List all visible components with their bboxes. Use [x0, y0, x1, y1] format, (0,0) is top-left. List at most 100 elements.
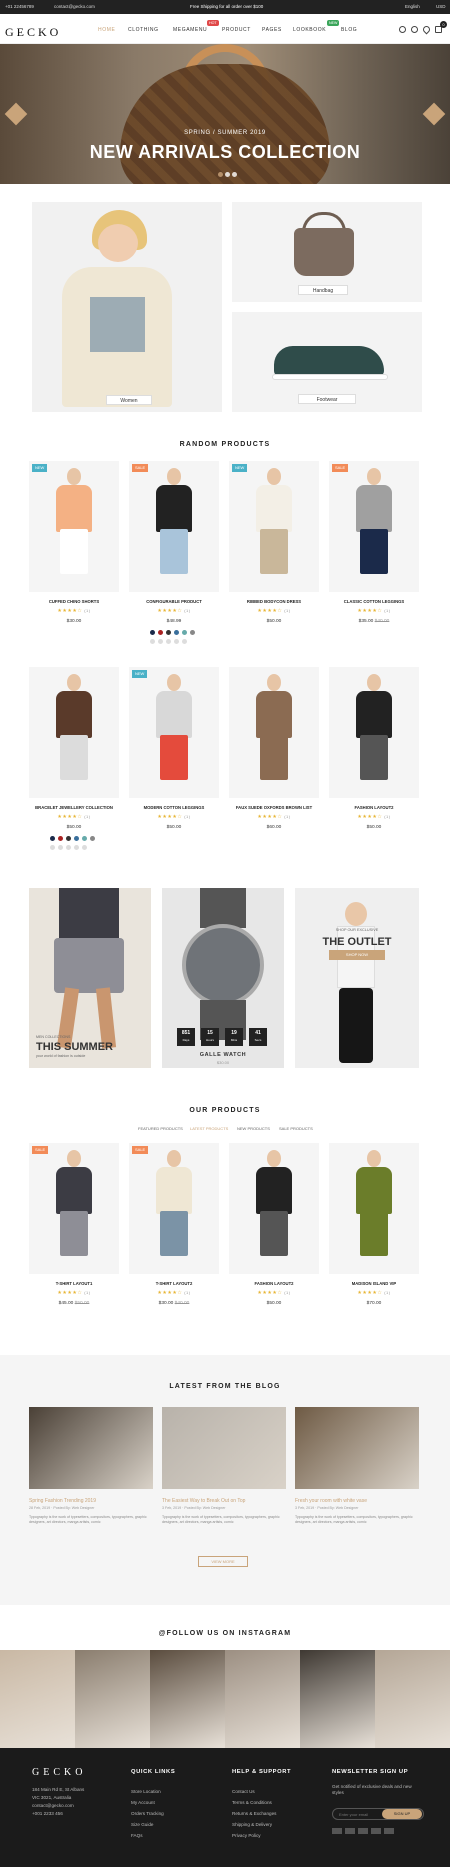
search-icon[interactable] — [399, 26, 406, 33]
slider-dot-1[interactable] — [218, 172, 223, 177]
quick-link[interactable]: Orders Tracking — [131, 1808, 164, 1819]
our_products-card[interactable]: FASHION LAYOUT2 ★★★★☆ (1) $50.00 — [229, 1143, 319, 1334]
color-swatch[interactable] — [50, 836, 55, 841]
category-handbag[interactable]: Handbag — [232, 202, 422, 302]
email-text[interactable]: contact@gecko.com — [54, 0, 95, 14]
footer-email[interactable]: contact@gecko.com — [32, 1802, 84, 1810]
size-swatch[interactable] — [74, 845, 79, 850]
footer-logo[interactable]: GECKO — [32, 1767, 86, 1778]
random_products-name[interactable]: BRACELET JEWELLERY COLLECTION — [29, 805, 119, 810]
view-more-button[interactable]: VIEW MORE — [198, 1556, 248, 1567]
random_products-image[interactable]: SALE — [129, 461, 219, 592]
our_products-image[interactable]: SALE — [129, 1143, 219, 1274]
summer-banner[interactable]: MEN COLLECTIONS THIS SUMMER your world o… — [29, 888, 151, 1068]
help-link[interactable]: Privacy Policy — [232, 1830, 276, 1841]
instagram-photo[interactable] — [375, 1650, 450, 1748]
color-swatch[interactable] — [158, 630, 163, 635]
random_products-name[interactable]: CUFFED CHINO SHORTS — [29, 599, 119, 604]
random_products-card[interactable]: NEW RIBBED BODYCON DRESS ★★★★☆ (1) $50.00 — [229, 461, 319, 652]
random_products-card[interactable]: NEW CUFFED CHINO SHORTS ★★★★☆ (1) $30.00 — [29, 461, 119, 652]
slider-dot-2[interactable] — [225, 172, 230, 177]
nav-lookbook[interactable]: LOOKBOOK — [293, 27, 326, 33]
category-women[interactable]: Women — [32, 202, 222, 412]
random_products-card[interactable]: SALE CONFIGURABLE PRODUCT ★★★★☆ (1) $48.99 — [129, 461, 219, 652]
help-link[interactable]: Shipping & Delivery — [232, 1819, 276, 1830]
nav-pages[interactable]: PAGES — [262, 27, 282, 33]
random_products-card[interactable]: SALE CLASSIC COTTON LEGGINGS ★★★★☆ (1) $35.… — [329, 461, 419, 652]
instagram-photo[interactable] — [225, 1650, 300, 1748]
random_products-name[interactable]: FASHION LAYOUT2 — [329, 805, 419, 810]
nav-megamenu[interactable]: MEGAMENU — [173, 27, 207, 33]
random_products-name[interactable]: CLASSIC COTTON LEGGINGS — [329, 599, 419, 604]
quick-link[interactable]: Store Location — [131, 1786, 164, 1797]
color-swatch[interactable] — [174, 630, 179, 635]
size-swatch[interactable] — [174, 639, 179, 644]
color-swatch[interactable] — [190, 630, 195, 635]
random_products-image[interactable] — [29, 667, 119, 798]
category-footwear-label[interactable]: Footwear — [298, 394, 356, 404]
blog-post-title[interactable]: The Easiest Way to Break Out on Top — [162, 1498, 286, 1504]
our_products-name[interactable]: FASHION LAYOUT2 — [229, 1281, 319, 1286]
help-link[interactable]: Terms & Conditions — [232, 1797, 276, 1808]
outlet-banner[interactable]: SHOP OUR EXCLUSIVE THE OUTLET SHOP NOW — [295, 888, 419, 1068]
random_products-card[interactable]: NEW MODERN COTTON LEGGINGS ★★★★☆ (1) $50.00 — [129, 667, 219, 858]
color-swatch[interactable] — [182, 630, 187, 635]
newsletter-signup-button[interactable]: SIGN UP — [382, 1809, 422, 1819]
quick-link[interactable]: FAQs — [131, 1830, 164, 1841]
color-swatch[interactable] — [166, 630, 171, 635]
instagram-photo[interactable] — [0, 1650, 75, 1748]
our_products-card[interactable]: SALE T-SHIRT LAYOUT2 ★★★★☆ (1) $30.00 $40.0… — [129, 1143, 219, 1334]
tab-new[interactable]: NEW PRODUCTS — [237, 1126, 270, 1131]
random_products-name[interactable]: CONFIGURABLE PRODUCT — [129, 599, 219, 604]
size-swatch[interactable] — [82, 845, 87, 850]
language-select[interactable]: English — [405, 0, 420, 14]
color-swatch[interactable] — [90, 836, 95, 841]
color-swatch[interactable] — [150, 630, 155, 635]
random_products-image[interactable]: SALE — [329, 461, 419, 592]
outlet-shop-button[interactable]: SHOP NOW — [329, 950, 385, 960]
random_products-image[interactable]: NEW — [29, 461, 119, 592]
quick-link[interactable]: Size Guide — [131, 1819, 164, 1830]
currency-select[interactable]: USD — [436, 0, 446, 14]
tab-featured[interactable]: FEATURED PRODUCTS — [138, 1126, 183, 1131]
color-swatch[interactable] — [82, 836, 87, 841]
tab-latest[interactable]: LATEST PRODUCTS — [190, 1126, 228, 1131]
blog-post-image[interactable] — [29, 1407, 153, 1489]
slider-dot-3[interactable] — [232, 172, 237, 177]
our_products-name[interactable]: MADISON ISLAND VIP — [329, 1281, 419, 1286]
instagram-photo[interactable] — [75, 1650, 150, 1748]
size-swatch[interactable] — [158, 639, 163, 644]
watch-title[interactable]: GALLE WATCH — [162, 1052, 284, 1058]
size-swatch[interactable] — [50, 845, 55, 850]
help-link[interactable]: Returns & Exchanges — [232, 1808, 276, 1819]
nav-home[interactable]: HOME — [98, 27, 115, 33]
our_products-card[interactable]: MADISON ISLAND VIP ★★★★☆ (1) $70.00 — [329, 1143, 419, 1334]
tab-sale[interactable]: SALE PRODUCTS — [279, 1126, 313, 1131]
random_products-image[interactable] — [229, 667, 319, 798]
size-swatch[interactable] — [66, 845, 71, 850]
our_products-image[interactable] — [329, 1143, 419, 1274]
blog-post-title[interactable]: Spring Fashion Trending 2019 — [29, 1498, 153, 1504]
color-swatch[interactable] — [58, 836, 63, 841]
size-swatch[interactable] — [150, 639, 155, 644]
help-link[interactable]: Contact Us — [232, 1786, 276, 1797]
color-swatch[interactable] — [74, 836, 79, 841]
slider-prev-arrow[interactable] — [4, 102, 28, 126]
instagram-photo[interactable] — [150, 1650, 225, 1748]
size-swatch[interactable] — [182, 639, 187, 644]
our_products-name[interactable]: T-SHIRT LAYOUT2 — [129, 1281, 219, 1286]
size-swatch[interactable] — [166, 639, 171, 644]
slider-next-arrow[interactable] — [422, 102, 446, 126]
category-women-label[interactable]: Women — [106, 395, 152, 405]
nav-blog[interactable]: BLOG — [341, 27, 357, 33]
random_products-image[interactable] — [329, 667, 419, 798]
nav-clothing[interactable]: CLOTHING — [128, 27, 159, 33]
color-swatch[interactable] — [66, 836, 71, 841]
blog-post-image[interactable] — [162, 1407, 286, 1489]
user-icon[interactable] — [411, 26, 418, 33]
our_products-card[interactable]: SALE T-SHIRT LAYOUT1 ★★★★☆ (1) $45.00 $50.0… — [29, 1143, 119, 1334]
our_products-image[interactable]: SALE — [29, 1143, 119, 1274]
blog-post-title[interactable]: Fresh your room with white vase — [295, 1498, 419, 1504]
random_products-card[interactable]: FAUX SUEDE OXFORDS BROWN LIST ★★★★☆ (1) $6… — [229, 667, 319, 858]
quick-link[interactable]: My Account — [131, 1797, 164, 1808]
